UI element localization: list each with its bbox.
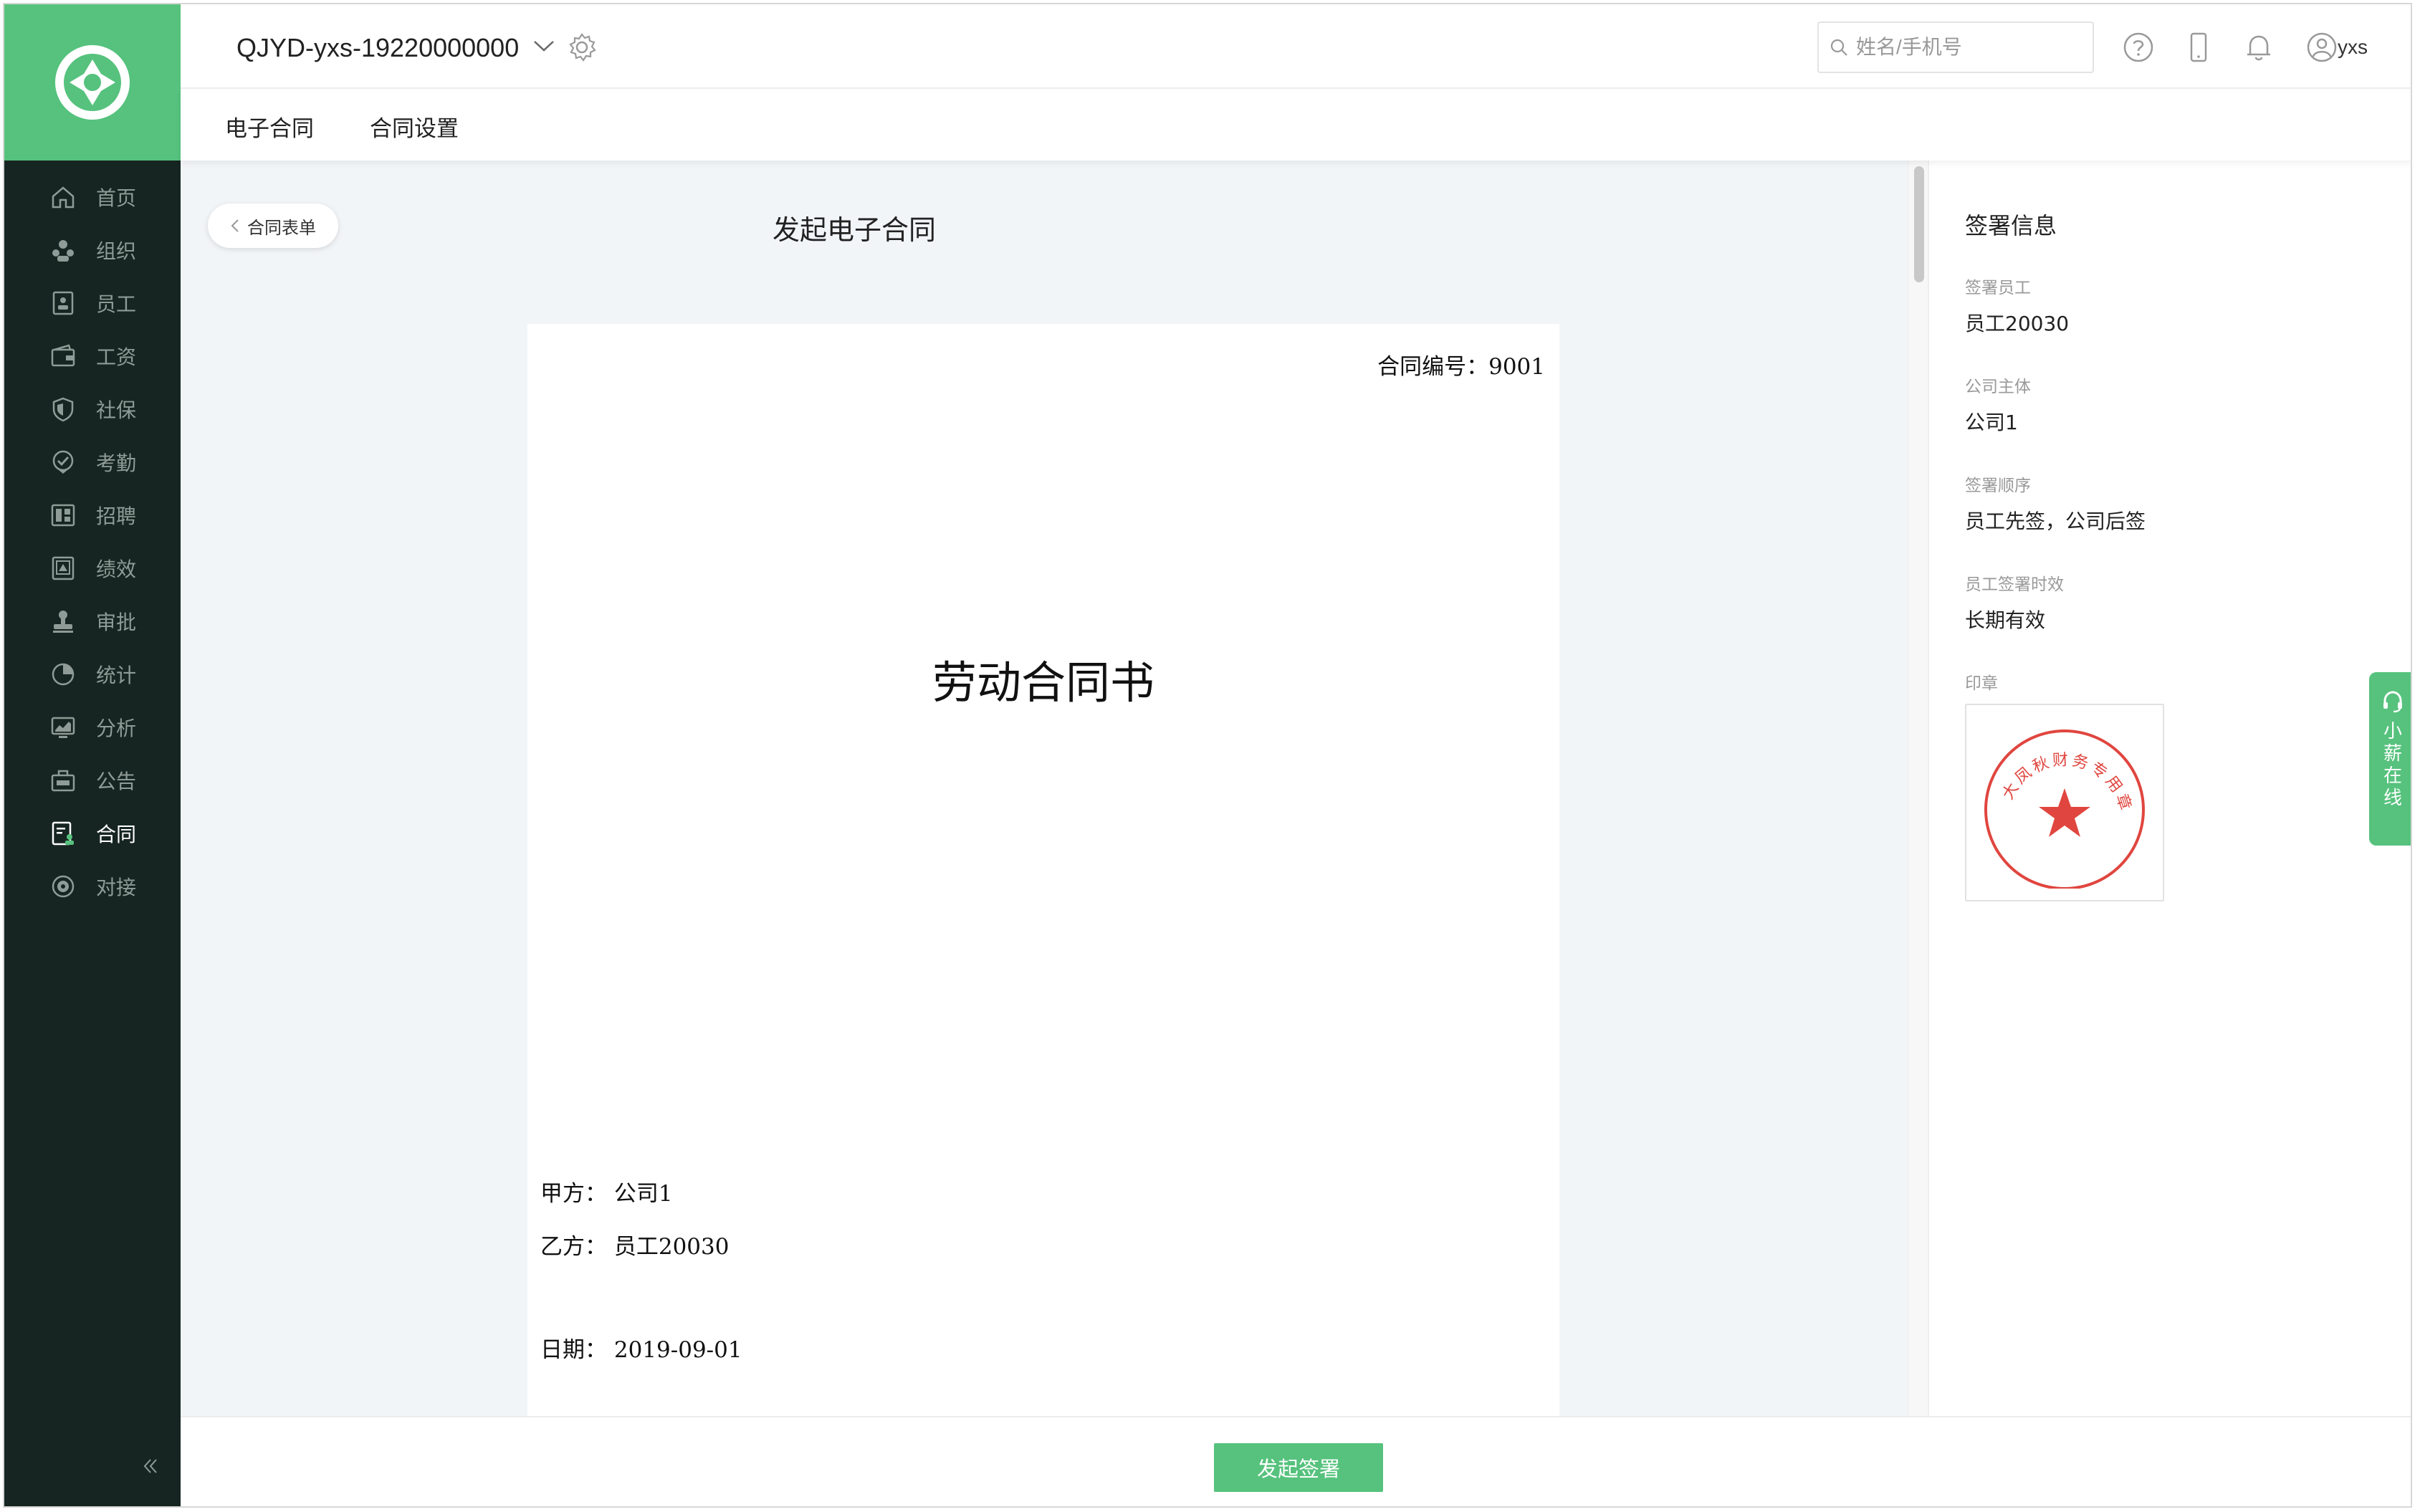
tab-contract-settings[interactable]: 合同设置 bbox=[370, 110, 459, 143]
sidebar-item-recruit[interactable]: 招聘 bbox=[4, 489, 181, 542]
search-box[interactable] bbox=[1817, 21, 2094, 73]
seal-label: 印章 bbox=[1965, 674, 1998, 693]
party-b: 乙方： 员工20030 bbox=[540, 1234, 730, 1260]
bell-icon bbox=[2247, 35, 2270, 61]
user-icon bbox=[2307, 32, 2337, 62]
sidebar-item-salary[interactable]: 工资 bbox=[4, 330, 181, 383]
document-date: 日期： 2019-09-01 bbox=[540, 1337, 742, 1363]
sidebar-item-statistics[interactable]: 统计 bbox=[4, 648, 181, 701]
party-a: 甲方： 公司1 bbox=[540, 1181, 673, 1207]
sidebar-item-label: 工资 bbox=[96, 345, 137, 369]
pie-icon bbox=[49, 660, 77, 689]
search-input[interactable] bbox=[1856, 36, 2085, 59]
double-chevron-left-icon bbox=[143, 1459, 157, 1473]
mobile-icon bbox=[2190, 32, 2207, 62]
connect-icon bbox=[49, 872, 77, 901]
field-value-company: 公司1 bbox=[1965, 411, 2018, 434]
sidebar-item-label: 对接 bbox=[96, 876, 137, 899]
online-service-label: 小薪在线 bbox=[2383, 721, 2402, 809]
sidebar-item-org[interactable]: 组织 bbox=[4, 224, 181, 277]
document-scrollbar[interactable] bbox=[1908, 161, 1928, 1416]
subnav: 电子合同 合同设置 bbox=[181, 90, 2411, 161]
field-label-validity: 员工签署时效 bbox=[1965, 575, 2064, 594]
sidebar-item-home[interactable]: 首页 bbox=[4, 171, 181, 224]
scrollbar-thumb[interactable] bbox=[1914, 166, 1924, 282]
panel-title: 签署信息 bbox=[1965, 212, 2057, 239]
sidebar-item-label: 首页 bbox=[96, 186, 137, 210]
employee-icon bbox=[49, 289, 77, 317]
sidebar-item-label: 统计 bbox=[96, 664, 137, 687]
field-value-employee: 员工20030 bbox=[1965, 312, 2070, 335]
main-content: 合同表单 发起电子合同 合同编号：9001 劳动合同书 甲方： 公司1 乙方： … bbox=[181, 161, 1908, 1416]
sidebar-item-label: 审批 bbox=[96, 611, 137, 634]
sidebar-item-label: 分析 bbox=[96, 717, 137, 740]
sidebar-item-approval[interactable]: 审批 bbox=[4, 595, 181, 648]
sidebar-item-performance[interactable]: 绩效 bbox=[4, 542, 181, 595]
sidebar-nav: 首页 组织 员工 工资 社保 考勤 招聘 绩效 审批 统计 分析 公告 合同 对… bbox=[4, 171, 181, 913]
bottom-action-bar: 发起签署 bbox=[181, 1416, 2411, 1506]
contract-icon bbox=[49, 819, 77, 848]
sidebar-collapse-button[interactable] bbox=[136, 1452, 165, 1480]
notice-icon bbox=[49, 766, 77, 795]
signing-info-panel: 签署信息 签署员工 员工20030 公司主体 公司1 签署顺序 员工先签，公司后… bbox=[1928, 161, 2411, 1416]
sidebar-item-attendance[interactable]: 考勤 bbox=[4, 436, 181, 489]
sidebar: 首页 组织 员工 工资 社保 考勤 招聘 绩效 审批 统计 分析 公告 合同 对… bbox=[4, 4, 181, 1506]
shield-icon bbox=[49, 395, 77, 424]
analysis-icon bbox=[49, 713, 77, 742]
home-icon bbox=[49, 183, 77, 211]
contract-number: 合同编号：9001 bbox=[1377, 354, 1545, 380]
app-window: 首页 组织 员工 工资 社保 考勤 招聘 绩效 审批 统计 分析 公告 合同 对… bbox=[3, 3, 2412, 1508]
logo-icon bbox=[55, 45, 130, 120]
field-label-order: 签署顺序 bbox=[1965, 477, 2031, 495]
company-selector[interactable]: QJYD-yxs-19220000000 bbox=[236, 33, 519, 63]
gear-icon[interactable] bbox=[566, 32, 598, 63]
user-menu[interactable]: yxs bbox=[2306, 32, 2368, 63]
document-title: 劳动合同书 bbox=[932, 656, 1154, 709]
sidebar-item-connect[interactable]: 对接 bbox=[4, 860, 181, 913]
sidebar-item-social[interactable]: 社保 bbox=[4, 383, 181, 436]
chevron-down-icon[interactable] bbox=[532, 37, 556, 54]
sidebar-item-employee[interactable]: 员工 bbox=[4, 277, 181, 330]
topbar: QJYD-yxs-19220000000 yxs bbox=[181, 4, 2411, 89]
field-value-order: 员工先签，公司后签 bbox=[1965, 509, 2146, 533]
company-seal-image: 大凤秋财务专用章 bbox=[1984, 729, 2145, 889]
seal-preview[interactable]: 大凤秋财务专用章 bbox=[1965, 704, 2164, 901]
sidebar-item-label: 社保 bbox=[96, 398, 137, 422]
stamp-icon bbox=[49, 607, 77, 636]
mobile-button[interactable] bbox=[2183, 32, 2214, 63]
sidebar-item-label: 招聘 bbox=[96, 504, 137, 528]
org-icon bbox=[49, 236, 77, 264]
wallet-icon bbox=[49, 342, 77, 370]
field-label-employee: 签署员工 bbox=[1965, 279, 2031, 297]
contract-document: 合同编号：9001 劳动合同书 甲方： 公司1 乙方： 员工20030 日期： … bbox=[527, 324, 1559, 1416]
search-icon bbox=[1830, 39, 1847, 56]
notifications-button[interactable] bbox=[2243, 32, 2275, 63]
online-service-button[interactable]: 小薪在线 bbox=[2369, 672, 2411, 846]
username: yxs bbox=[2338, 36, 2368, 58]
help-button[interactable] bbox=[2123, 32, 2154, 63]
help-icon bbox=[2123, 32, 2153, 62]
page-title: 发起电子合同 bbox=[772, 214, 936, 246]
sidebar-item-label: 公告 bbox=[96, 770, 137, 793]
field-label-company: 公司主体 bbox=[1965, 378, 2031, 396]
sidebar-item-label: 合同 bbox=[96, 823, 137, 846]
sidebar-item-label: 绩效 bbox=[96, 558, 137, 581]
sidebar-item-contract[interactable]: 合同 bbox=[4, 807, 181, 860]
performance-icon bbox=[49, 554, 77, 583]
recruit-icon bbox=[49, 501, 77, 530]
sidebar-item-label: 员工 bbox=[96, 292, 137, 316]
field-value-validity: 长期有效 bbox=[1965, 608, 2046, 632]
start-signing-button[interactable]: 发起签署 bbox=[1214, 1443, 1383, 1492]
tab-e-contract[interactable]: 电子合同 bbox=[225, 110, 314, 143]
location-check-icon bbox=[49, 448, 77, 477]
sidebar-item-label: 考勤 bbox=[96, 451, 137, 475]
sidebar-item-label: 组织 bbox=[96, 239, 137, 263]
logo[interactable] bbox=[4, 4, 181, 161]
sidebar-item-analysis[interactable]: 分析 bbox=[4, 701, 181, 754]
headset-icon bbox=[2383, 691, 2402, 713]
sidebar-item-notice[interactable]: 公告 bbox=[4, 754, 181, 807]
